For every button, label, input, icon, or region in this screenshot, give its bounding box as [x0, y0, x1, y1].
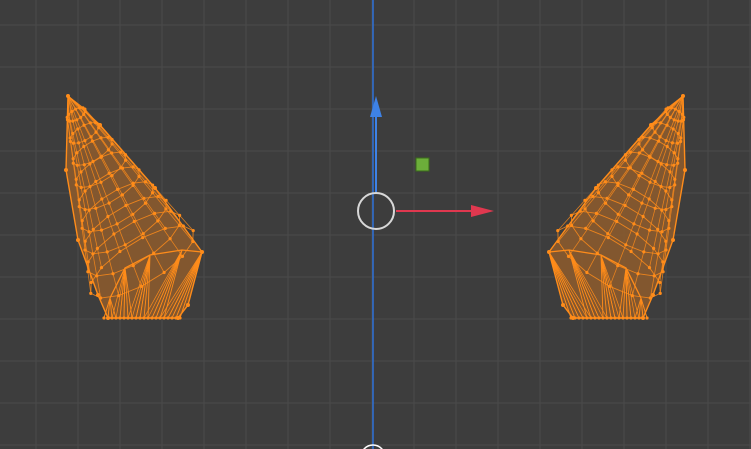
wire-vertex — [64, 168, 68, 172]
wire-vertex — [577, 316, 581, 320]
wire-vertex — [605, 316, 609, 320]
wire-vertex — [633, 316, 637, 320]
wire-vertex — [637, 316, 641, 320]
wire-vertex — [66, 94, 70, 98]
wire-vertex — [625, 316, 629, 320]
wire-vertex — [683, 168, 687, 172]
wire-vertex — [547, 250, 551, 254]
wire-vertex — [96, 293, 100, 297]
wire-vertex — [613, 316, 617, 320]
wire-vertex — [645, 316, 649, 320]
wire-vertex — [142, 316, 146, 320]
wire-vertex — [594, 186, 598, 190]
wire-vertex — [561, 303, 565, 307]
wire-vertex — [106, 316, 110, 320]
wire-vertex — [581, 316, 585, 320]
wire-vertex — [118, 316, 122, 320]
wire-vertex — [597, 316, 601, 320]
wire-vertex — [126, 316, 130, 320]
wire-vertex — [601, 316, 605, 320]
3d-viewport[interactable] — [0, 0, 751, 449]
wire-vertex — [621, 316, 625, 320]
wire-vertex — [681, 94, 685, 98]
wire-vertex — [629, 316, 633, 320]
wire-vertex — [585, 316, 589, 320]
wire-vertex — [176, 316, 180, 320]
wire-vertex — [200, 250, 204, 254]
wire-vertex — [651, 293, 655, 297]
light-handle-icon[interactable] — [415, 157, 430, 172]
wire-vertex — [609, 316, 613, 320]
wire-vertex — [154, 316, 158, 320]
wire-vertex — [76, 238, 80, 242]
wire-vertex — [114, 316, 118, 320]
viewport-scene[interactable] — [0, 0, 751, 449]
wire-vertex — [134, 316, 138, 320]
wire-vertex — [130, 316, 134, 320]
wire-vertex — [138, 316, 142, 320]
wire-vertex — [150, 316, 154, 320]
wire-vertex — [102, 316, 106, 320]
wire-vertex — [170, 316, 174, 320]
wire-vertex — [571, 316, 575, 320]
wire-vertex — [649, 123, 653, 127]
wire-vertex — [641, 316, 645, 320]
wire-vertex — [158, 316, 162, 320]
wire-vertex — [186, 303, 190, 307]
wire-vertex — [671, 238, 675, 242]
wire-vertex — [98, 123, 102, 127]
wire-vertex — [146, 316, 150, 320]
wire-vertex — [110, 316, 114, 320]
wire-vertex — [166, 316, 170, 320]
wire-vertex — [589, 316, 593, 320]
wire-vertex — [122, 316, 126, 320]
wire-vertex — [617, 316, 621, 320]
wire-vertex — [153, 186, 157, 190]
wire-vertex — [162, 316, 166, 320]
wire-vertex — [593, 316, 597, 320]
